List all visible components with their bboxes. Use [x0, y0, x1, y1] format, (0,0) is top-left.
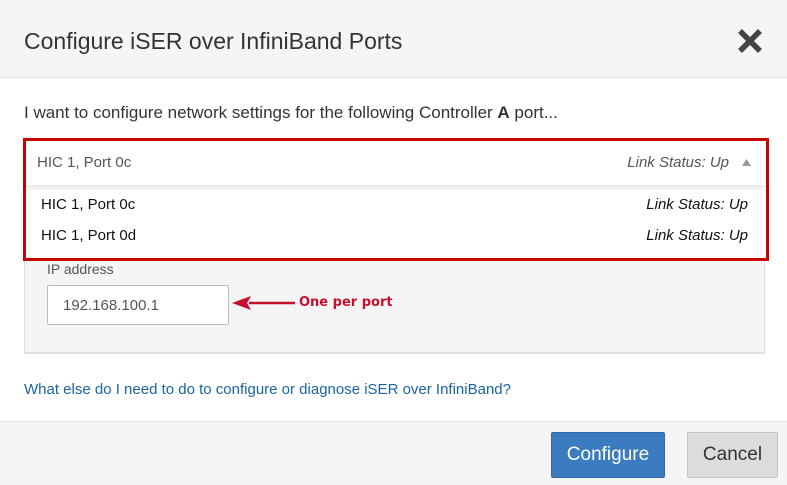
dialog-footer: Configure Cancel — [0, 421, 787, 485]
ip-address-label: IP address — [47, 261, 114, 277]
port-dropdown-selected[interactable]: HIC 1, Port 0c Link Status: Up — [26, 141, 766, 185]
port-dropdown[interactable]: HIC 1, Port 0c Link Status: Up HIC 1, Po… — [23, 138, 769, 261]
port-option-label: HIC 1, Port 0d — [41, 227, 137, 244]
port-option-status: Link Status: Up — [646, 196, 748, 213]
close-icon — [738, 29, 762, 53]
ip-address-input[interactable] — [47, 285, 229, 325]
dialog-title: Configure iSER over InfiniBand Ports — [24, 28, 403, 54]
panel-divider — [25, 352, 764, 353]
port-option-label: HIC 1, Port 0c — [41, 196, 136, 213]
dialog-header: Configure iSER over InfiniBand Ports — [0, 0, 787, 78]
help-link[interactable]: What else do I need to do to configure o… — [24, 380, 511, 400]
intro-text: I want to configure network settings for… — [24, 103, 558, 122]
controller-name: A — [497, 103, 510, 122]
close-button[interactable] — [733, 24, 767, 58]
selected-link-status: Link Status: Up — [627, 154, 729, 171]
arrow-left-icon — [232, 296, 295, 310]
selected-port-label: HIC 1, Port 0c — [37, 154, 132, 171]
port-option-status: Link Status: Up — [646, 227, 748, 244]
caret-up-icon — [742, 159, 751, 166]
configure-iser-dialog: Configure iSER over InfiniBand Ports I w… — [0, 0, 787, 485]
port-option[interactable]: HIC 1, Port 0d Link Status: Up — [26, 221, 766, 251]
cancel-button[interactable]: Cancel — [687, 432, 778, 478]
configure-button[interactable]: Configure — [551, 432, 665, 478]
annotation-label: One per port — [299, 295, 393, 310]
port-option[interactable]: HIC 1, Port 0c Link Status: Up — [26, 190, 766, 220]
